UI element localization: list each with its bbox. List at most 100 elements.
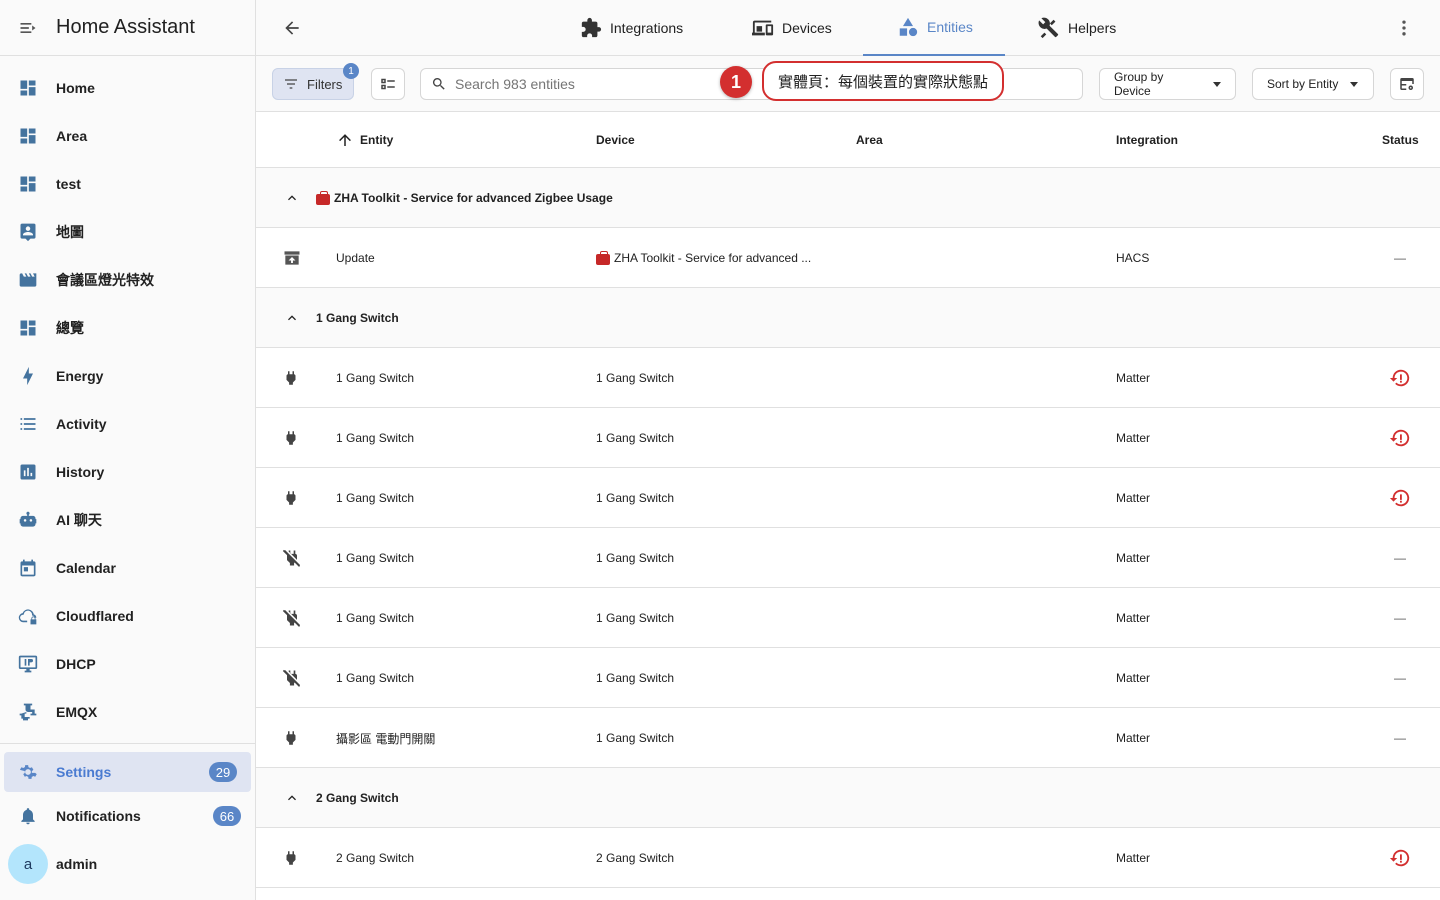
- dropdown-caret-icon: [1213, 81, 1221, 87]
- chevron-up-icon[interactable]: [284, 310, 300, 326]
- tab-helpers[interactable]: Helpers: [1038, 0, 1116, 56]
- sidebar-item[interactable]: Cloudflared: [0, 592, 255, 640]
- device-name: 1 Gang Switch: [596, 528, 674, 588]
- column-header-status[interactable]: Status: [1382, 112, 1419, 168]
- sidebar-item[interactable]: Activity: [0, 400, 255, 448]
- column-header-entity[interactable]: Entity: [336, 112, 393, 168]
- table-row[interactable]: 1 Gang Switch 1 Gang Switch Matter: [256, 408, 1440, 468]
- sidebar-item[interactable]: Home: [0, 64, 255, 112]
- sidebar-item[interactable]: Calendar: [0, 544, 255, 592]
- tab-integrations[interactable]: Integrations: [580, 0, 683, 56]
- group-by-dropdown[interactable]: Group by Device: [1099, 68, 1236, 100]
- entity-name: 1 Gang Switch: [336, 551, 415, 565]
- sidebar-item[interactable]: EMQX: [0, 688, 255, 736]
- integration-name: Matter: [1116, 371, 1151, 385]
- sort-by-dropdown[interactable]: Sort by Entity: [1252, 68, 1374, 100]
- table-row[interactable]: 1 Gang Switch 1 Gang Switch Matter —: [256, 648, 1440, 708]
- sidebar-item-settings[interactable]: Settings 29: [4, 752, 251, 792]
- integration-name: Matter: [1116, 611, 1151, 625]
- plug-icon: [282, 828, 302, 888]
- filter-icon: [283, 76, 299, 92]
- table-row[interactable]: 2 Gang Switch 2 Gang Switch Matter: [256, 828, 1440, 888]
- table-settings-button[interactable]: [1390, 68, 1424, 100]
- device-name-text: 1 Gang Switch: [596, 551, 675, 565]
- sidebar-item-label: Energy: [56, 368, 104, 384]
- table-row[interactable]: 1 Gang Switch 1 Gang Switch Matter —: [256, 588, 1440, 648]
- settings-badge: 29: [209, 762, 237, 782]
- search-icon: [431, 76, 447, 92]
- status-cell: —: [1386, 648, 1414, 708]
- sidebar-item-label: EMQX: [56, 704, 98, 720]
- more-vert-icon[interactable]: [1392, 16, 1416, 40]
- sidebar-item-notifications[interactable]: Notifications 66: [0, 792, 255, 840]
- integration-name: Matter: [1116, 551, 1151, 565]
- sidebar-divider: [0, 743, 255, 744]
- update-icon: [282, 228, 302, 288]
- list-icon: [18, 414, 38, 434]
- plug-off-icon: [282, 528, 302, 588]
- status-cell: —: [1386, 708, 1414, 768]
- sidebar-item-label: test: [56, 176, 81, 192]
- group-header-row[interactable]: 1 Gang Switch: [256, 288, 1440, 348]
- table-row[interactable]: 1 Gang Switch 1 Gang Switch Matter —: [256, 528, 1440, 588]
- notifications-badge: 66: [213, 806, 241, 826]
- device-name: 1 Gang Switch: [596, 348, 674, 408]
- sidebar-item[interactable]: Energy: [0, 352, 255, 400]
- table-row[interactable]: Update ZHA Toolkit - Service for advanced…: [256, 228, 1440, 288]
- group-title-text: ZHA Toolkit - Service for advanced Zigbe…: [334, 191, 613, 205]
- selection-mode-button[interactable]: [371, 68, 405, 100]
- integration-name: Matter: [1116, 431, 1151, 445]
- filters-button[interactable]: Filters 1: [272, 63, 359, 100]
- sidebar-item[interactable]: Area: [0, 112, 255, 160]
- status-cell: —: [1386, 228, 1414, 288]
- tab-entities[interactable]: Entities: [863, 0, 1005, 56]
- column-header-device[interactable]: Device: [596, 112, 635, 168]
- table-row[interactable]: 1 Gang Switch 1 Gang Switch Matter: [256, 468, 1440, 528]
- filters-count-badge: 1: [343, 63, 359, 79]
- sidebar-item[interactable]: 地圖: [0, 208, 255, 256]
- dropdown-caret-icon: [1350, 81, 1359, 87]
- table-body: ZHA Toolkit - Service for advanced Zigbe…: [256, 168, 1440, 888]
- back-arrow-icon[interactable]: [280, 16, 304, 40]
- monitor-ip-icon: [18, 654, 38, 674]
- group-title-text: 1 Gang Switch: [316, 311, 399, 325]
- table-row[interactable]: 1 Gang Switch 1 Gang Switch Matter: [256, 348, 1440, 408]
- lightning-icon: [18, 366, 38, 386]
- sidebar-item-label: 地圖: [56, 224, 84, 240]
- sidebar-item[interactable]: test: [0, 160, 255, 208]
- sidebar-item[interactable]: History: [0, 448, 255, 496]
- pipe-icon: [18, 702, 38, 722]
- device-name-text: 2 Gang Switch: [596, 851, 675, 865]
- tab-devices[interactable]: Devices: [752, 0, 832, 56]
- integration-name: Matter: [1116, 851, 1151, 865]
- restore-alert-icon: [1389, 367, 1411, 389]
- chevron-up-icon[interactable]: [284, 190, 300, 206]
- device-name: 2 Gang Switch: [596, 828, 674, 888]
- entity-name: 攝影區 電動門開關: [336, 731, 436, 746]
- group-header-row[interactable]: 2 Gang Switch: [256, 768, 1440, 828]
- sort-by-label: Sort by Entity: [1267, 77, 1339, 91]
- chevron-up-icon[interactable]: [284, 790, 300, 806]
- plug-icon: [282, 348, 302, 408]
- sidebar-item[interactable]: 總覽: [0, 304, 255, 352]
- plug-icon: [282, 708, 302, 768]
- bell-icon: [18, 806, 38, 826]
- sidebar-item[interactable]: AI 聊天: [0, 496, 255, 544]
- group-header-row[interactable]: ZHA Toolkit - Service for advanced Zigbe…: [256, 168, 1440, 228]
- status-text: —: [1394, 731, 1406, 745]
- column-header-integration[interactable]: Integration: [1116, 112, 1178, 168]
- table-row[interactable]: 攝影區 電動門開關 1 Gang Switch Matter —: [256, 708, 1440, 768]
- device-name: 1 Gang Switch: [596, 588, 674, 648]
- group-by-label: Group by Device: [1114, 70, 1164, 98]
- user-name: admin: [56, 856, 98, 872]
- sidebar-item[interactable]: DHCP: [0, 640, 255, 688]
- gear-icon: [18, 762, 38, 782]
- menu-collapse-icon[interactable]: [18, 18, 38, 38]
- column-header-area[interactable]: Area: [856, 112, 883, 168]
- device-name: 1 Gang Switch: [596, 648, 674, 708]
- movie-icon: [18, 270, 38, 290]
- entity-name: 2 Gang Switch: [336, 851, 415, 865]
- sidebar-item-user[interactable]: a admin: [0, 840, 255, 888]
- sidebar-item[interactable]: 會議區燈光特效: [0, 256, 255, 304]
- device-name-text: ZHA Toolkit - Service for advanced ...: [614, 251, 812, 265]
